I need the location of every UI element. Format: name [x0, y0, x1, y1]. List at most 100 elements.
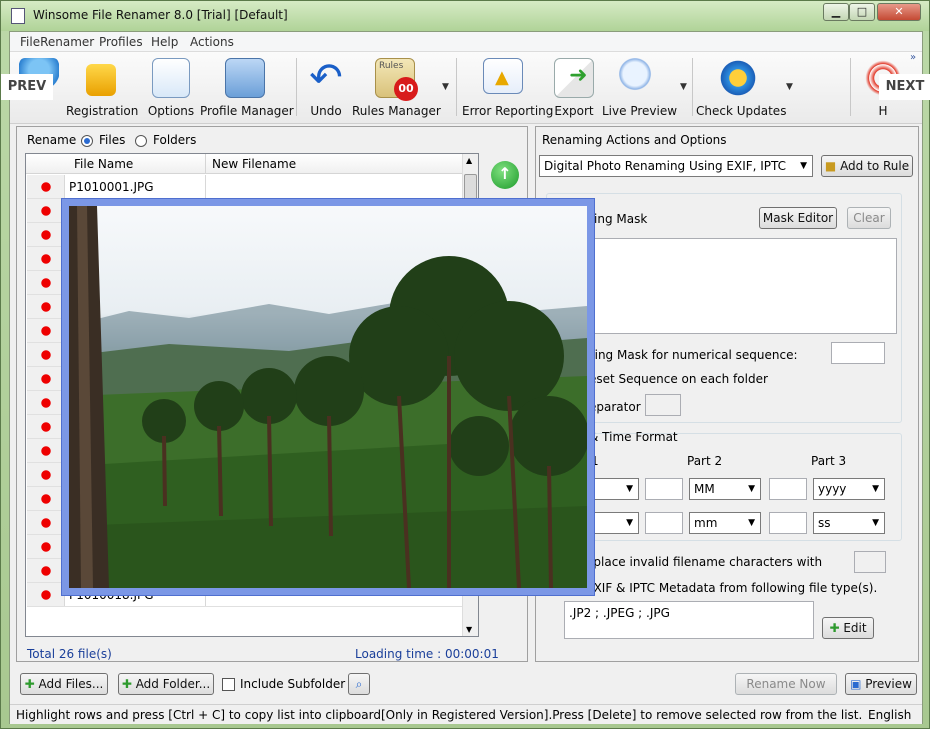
- time1-sep-input[interactable]: [645, 512, 683, 534]
- add-files-button[interactable]: ✚ Add Files...: [20, 673, 108, 695]
- menu-actions[interactable]: Actions: [190, 35, 234, 49]
- scroll-up-icon[interactable]: ▲: [466, 156, 472, 165]
- options-button[interactable]: Options: [144, 56, 198, 120]
- file-status-cell: [27, 583, 65, 606]
- time2-sep-input[interactable]: [769, 512, 807, 534]
- lock-icon: [86, 64, 116, 96]
- magnifier-icon: [619, 58, 659, 98]
- add-icon: ✚: [24, 677, 39, 691]
- replace-char-input[interactable]: [854, 551, 886, 573]
- file-status-cell: [27, 439, 65, 462]
- registration-button[interactable]: Registration: [66, 56, 138, 120]
- live-preview-button[interactable]: Live Preview: [602, 56, 677, 120]
- error-icon: [39, 276, 53, 290]
- mask-textarea[interactable]: [587, 238, 897, 334]
- status-bar: Highlight rows and press [Ctrl + C] to c…: [10, 704, 922, 724]
- file-status-cell: [27, 367, 65, 390]
- preview-photo: [69, 206, 587, 588]
- add-rule-icon: ■: [824, 159, 841, 173]
- time3-combo[interactable]: ss ▼: [813, 512, 885, 534]
- folders-radio[interactable]: [135, 135, 147, 147]
- clear-button[interactable]: Clear: [847, 207, 891, 229]
- main-window: Winsome File Renamer 8.0 [Trial] [Defaul…: [0, 0, 930, 729]
- table-row[interactable]: P1010001.JPG: [27, 175, 465, 199]
- updates-dropdown-arrow[interactable]: ▼: [786, 82, 793, 92]
- rename-now-button[interactable]: Rename Now: [735, 673, 837, 695]
- search-icon: ⌕: [355, 677, 363, 691]
- add-folder-button[interactable]: ✚ Add Folder...: [118, 673, 214, 695]
- toolbar-separator: [456, 58, 457, 116]
- options-icon: [152, 58, 190, 98]
- error-icon: [39, 180, 53, 194]
- undo-button[interactable]: ↶ Undo: [304, 56, 348, 120]
- part2-combo[interactable]: MM ▼: [689, 478, 761, 500]
- export-button[interactable]: ➜ Export: [550, 56, 598, 120]
- grid-header: File Name New Filename: [26, 154, 478, 174]
- col-new-filename[interactable]: New Filename: [212, 157, 296, 171]
- prev-nav[interactable]: PREV: [1, 74, 53, 100]
- error-icon: [39, 348, 53, 362]
- rules-manager-button[interactable]: Rules 00 Rules Manager: [352, 56, 441, 120]
- datetime-group: & Time Format 1 Part 2 Part 3 ▼ MM▼ yyyy…: [546, 430, 902, 541]
- error-icon: [39, 540, 53, 554]
- error-icon: [39, 300, 53, 314]
- menu-help[interactable]: Help: [151, 35, 178, 49]
- close-button[interactable]: ✕: [877, 3, 921, 21]
- toolbar-more-icon[interactable]: »: [910, 52, 916, 63]
- padding-mask-input[interactable]: [831, 342, 885, 364]
- file-status-cell: [27, 223, 65, 246]
- scroll-down-icon[interactable]: ▼: [466, 625, 472, 634]
- search-button[interactable]: ⌕: [348, 673, 370, 695]
- part2-label: Part 2: [687, 454, 723, 468]
- error-icon: [39, 492, 53, 506]
- file-status-cell: [27, 319, 65, 342]
- menu-profiles[interactable]: Profiles: [99, 35, 143, 49]
- action-combo[interactable]: Digital Photo Renaming Using EXIF, IPTC ▼: [539, 155, 813, 177]
- file-status-cell: [27, 247, 65, 270]
- error-icon: [39, 396, 53, 410]
- check-updates-button[interactable]: Check Updates: [696, 56, 786, 120]
- rules-dropdown-arrow[interactable]: ▼: [442, 82, 449, 92]
- menu-filerenamer[interactable]: FileRenamer: [20, 35, 94, 49]
- separator-input[interactable]: [645, 394, 681, 416]
- add-icon: ✚: [121, 677, 136, 691]
- rules-icon: Rules 00: [375, 58, 418, 101]
- image-preview-popup: [61, 198, 595, 596]
- preview-button[interactable]: ▣ Preview: [845, 673, 917, 695]
- minimize-button[interactable]: ▁: [823, 3, 849, 21]
- add-to-rule-button[interactable]: ■ Add to Rule: [821, 155, 913, 177]
- file-status-cell: [27, 487, 65, 510]
- error-icon: [39, 468, 53, 482]
- next-nav[interactable]: NEXT: [879, 74, 930, 100]
- error-icon: [39, 228, 53, 242]
- file-status-cell: [27, 271, 65, 294]
- file-status-cell: [27, 415, 65, 438]
- part3-combo[interactable]: yyyy ▼: [813, 478, 885, 500]
- error-icon: [39, 564, 53, 578]
- mask-group: aming Mask Mask Editor Clear ding Mask f…: [546, 193, 902, 423]
- preview-dropdown-arrow[interactable]: ▼: [680, 82, 687, 92]
- datetime-label: & Time Format: [589, 430, 678, 444]
- error-reporting-button[interactable]: ▲ Error Reporting: [462, 56, 553, 120]
- toolbar-separator: [296, 58, 297, 116]
- maximize-button[interactable]: □: [849, 3, 875, 21]
- col-file-name[interactable]: File Name: [74, 157, 133, 171]
- status-text: Highlight rows and press [Ctrl + C] to c…: [16, 708, 863, 722]
- file-status-cell: [27, 199, 65, 222]
- edit-button[interactable]: ✚ Edit: [822, 617, 874, 639]
- part1-sep-input[interactable]: [645, 478, 683, 500]
- undo-icon: ↶: [309, 55, 343, 101]
- time2-combo[interactable]: mm ▼: [689, 512, 761, 534]
- mask-editor-button[interactable]: Mask Editor: [759, 207, 837, 229]
- file-types-input[interactable]: .JP2 ; .JPEG ; .JPG: [564, 601, 814, 639]
- part2-sep-input[interactable]: [769, 478, 807, 500]
- folders-radio-label: Folders: [153, 133, 197, 147]
- profile-manager-button[interactable]: Profile Manager: [200, 56, 294, 120]
- toolbar: Registration Options Profile Manager ↶ U…: [10, 52, 922, 124]
- edit-icon: ✚: [829, 621, 844, 635]
- files-radio-label: Files: [99, 133, 126, 147]
- replace-invalid-label: eplace invalid filename characters with: [586, 555, 823, 569]
- include-subfolder-checkbox[interactable]: [222, 678, 235, 691]
- move-up-icon[interactable]: ↑: [491, 161, 519, 189]
- files-radio[interactable]: [81, 135, 93, 147]
